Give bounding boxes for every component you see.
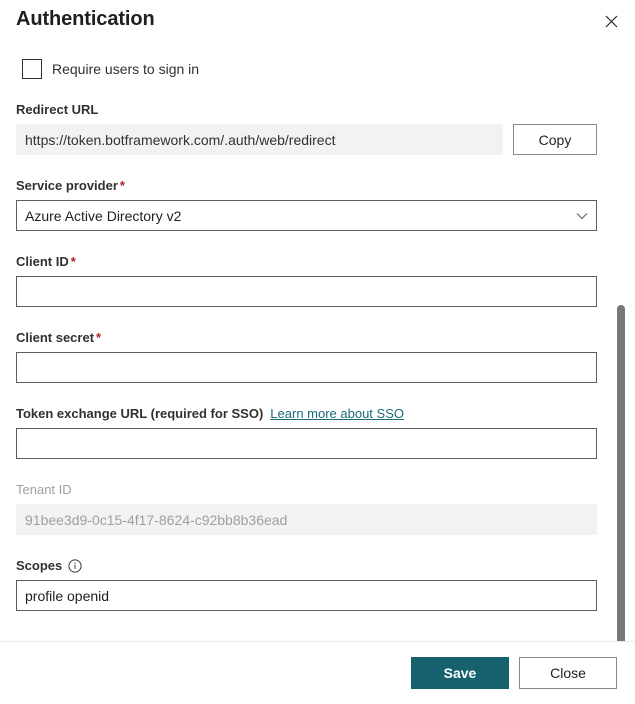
client-secret-label-text: Client secret [16,330,95,345]
redirect-url-input[interactable] [16,124,503,155]
close-icon [605,15,618,28]
service-provider-label: Service provider * [16,178,597,194]
authentication-panel: Authentication Require users to sign in … [0,0,635,704]
required-marker: * [70,254,76,269]
page-title: Authentication [16,8,155,30]
copy-button[interactable]: Copy [513,124,597,155]
checkbox-box[interactable] [22,59,42,79]
tenant-id-input [16,504,597,535]
service-provider-value: Azure Active Directory v2 [25,207,182,224]
client-id-input[interactable] [16,276,597,307]
save-button[interactable]: Save [411,657,509,689]
vertical-scrollbar[interactable] [616,38,626,641]
client-id-label: Client ID * [16,254,597,270]
info-icon[interactable] [68,559,82,573]
require-signin-checkbox[interactable]: Require users to sign in [22,59,597,79]
scopes-label: Scopes [16,558,63,573]
client-secret-label: Client secret * [16,330,597,346]
scrollbar-thumb[interactable] [617,305,625,641]
client-id-label-text: Client ID [16,254,69,269]
scopes-input[interactable] [16,580,597,611]
required-marker: * [119,178,125,193]
panel-body: Require users to sign in Redirect URL Co… [0,38,635,642]
token-exchange-url-input[interactable] [16,428,597,459]
client-secret-field: Client secret * [16,330,597,383]
token-exchange-url-label: Token exchange URL (required for SSO) [16,406,264,421]
require-signin-label: Require users to sign in [52,61,200,77]
client-secret-input[interactable] [16,352,597,383]
service-provider-field: Service provider * Azure Active Directory… [16,178,597,231]
client-id-field: Client ID * [16,254,597,307]
redirect-url-label: Redirect URL [16,102,99,117]
required-marker: * [96,330,102,345]
tenant-id-field: Tenant ID [16,482,597,535]
token-exchange-url-field: Token exchange URL (required for SSO) Le… [16,406,597,459]
service-provider-label-text: Service provider [16,178,118,193]
learn-more-about-sso-link[interactable]: Learn more about SSO [270,406,404,421]
tenant-id-label: Tenant ID [16,482,72,497]
close-button[interactable] [595,6,627,36]
panel-footer: Save Close [0,642,635,704]
scopes-field: Scopes [16,558,597,611]
service-provider-select[interactable]: Azure Active Directory v2 [16,200,597,231]
close-button-footer[interactable]: Close [519,657,617,689]
panel-header: Authentication [0,0,635,38]
redirect-url-field: Redirect URL Copy [16,102,597,155]
